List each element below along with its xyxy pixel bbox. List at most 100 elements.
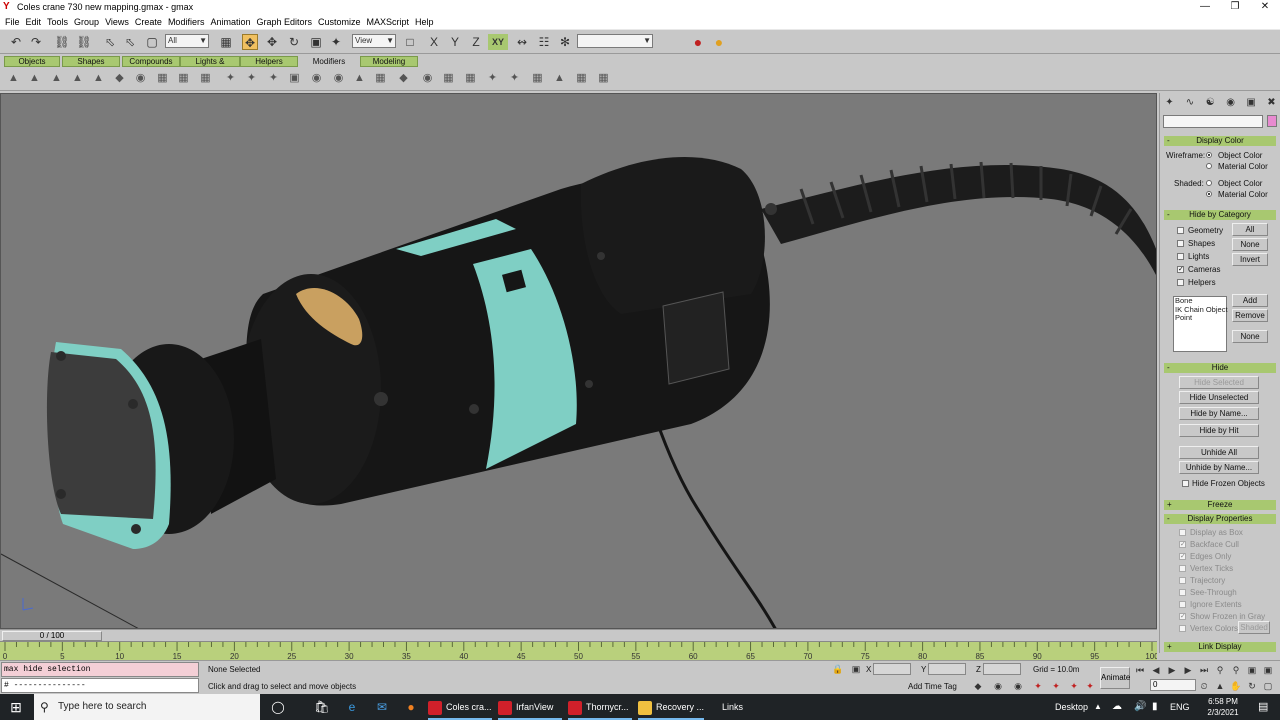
mirror-icon[interactable]: ↭ [514,34,530,50]
shaded-object-color-radio[interactable] [1206,180,1212,186]
lattice-modifier-icon[interactable]: ▦ [176,71,191,86]
lights-checkbox[interactable] [1177,253,1184,260]
menu-customize[interactable]: Customize [317,17,366,27]
show-frozen-gray-checkbox[interactable]: ✓ [1179,613,1186,620]
menu-create[interactable]: Create [134,17,167,27]
uvw-xform-modifier-icon[interactable]: ▦ [441,71,456,86]
melt-modifier-icon[interactable]: ◆ [396,71,411,86]
smooth-modifier-icon[interactable]: ◉ [331,71,346,86]
maxscript-listener-input[interactable]: max hide selection [1,662,199,677]
battery-icon[interactable]: ▮ [1152,694,1158,720]
menu-maxscript[interactable]: MAXScript [366,17,415,27]
mail-icon[interactable]: ✉ [374,694,390,720]
uvw-map-modifier-icon[interactable]: ◉ [420,71,435,86]
restrict-x-icon[interactable]: X [426,34,442,50]
spherify-modifier-icon[interactable]: ◉ [133,71,148,86]
perspective-viewport[interactable] [0,93,1157,629]
hide-by-category-rollout[interactable]: - Hide by Category [1164,210,1276,220]
modify-tab-icon[interactable]: ∿ [1182,95,1197,110]
taskbar-app-thornycroft[interactable]: Thornycr... [568,694,632,720]
trajectory-checkbox[interactable] [1179,577,1186,584]
ripple-modifier-icon[interactable]: ✦ [266,71,281,86]
zoom-icon[interactable]: ⚲ [1214,664,1226,676]
hide-rollout[interactable]: - Hide [1164,363,1276,373]
helpers-checkbox[interactable] [1177,279,1184,286]
edit-mesh-modifier-icon[interactable]: ▦ [530,71,545,86]
pivot-center-icon[interactable]: □ [402,34,418,50]
mirror-modifier-icon[interactable]: ▦ [198,71,213,86]
tray-chevron-icon[interactable]: ▲ [1094,694,1102,720]
hierarchy-tab-icon[interactable]: ☯ [1203,95,1218,110]
microsoft-store-icon[interactable]: 🛍 [314,694,330,720]
go-to-end-icon[interactable]: ⏭ [1198,664,1210,676]
tab-lights-cameras[interactable]: Lights & Cameras [180,56,240,75]
pan-icon[interactable]: ✋ [1230,680,1242,692]
taper-modifier-icon[interactable]: ▲ [27,71,42,86]
menu-edit[interactable]: Edit [25,17,47,27]
shapes-checkbox[interactable] [1177,240,1184,247]
track-bar[interactable]: 0 5 10 15 20 25 30 35 40 45 50 55 60 65 70 75 80 85 90 95 10… [0,641,1157,661]
menu-file[interactable]: File [4,17,25,27]
freeze-rollout[interactable]: + Freeze [1164,500,1276,510]
taskbar-app-gmax[interactable]: Coles cra... [428,694,492,720]
manipulate-icon[interactable]: ✦ [328,34,344,50]
selection-filter-dropdown[interactable]: All ▼ [165,34,209,48]
skew-modifier-icon[interactable]: ✦ [223,71,238,86]
z-coordinate-field[interactable] [983,663,1021,675]
material-modifier-icon[interactable]: ✦ [485,71,500,86]
edges-only-checkbox[interactable]: ✓ [1179,553,1186,560]
backface-cull-checkbox[interactable]: ✓ [1179,541,1186,548]
zoom-extents-icon[interactable]: ▣ [1246,664,1258,676]
links-toolbar[interactable]: Links [722,694,743,720]
display-tab-icon[interactable]: ▣ [1244,95,1259,110]
arc-rotate-icon[interactable]: ↻ [1246,680,1258,692]
unhide-all-button[interactable]: Unhide All [1179,446,1259,459]
taskbar-search-box[interactable]: ⚲ Type here to search [34,694,260,720]
next-frame-icon[interactable]: ▶ [1182,664,1194,676]
geometry-checkbox[interactable] [1177,227,1184,234]
wave-modifier-icon[interactable]: ✦ [244,71,259,86]
unwrap-uvw-modifier-icon[interactable]: ▦ [463,71,478,86]
menu-modifiers[interactable]: Modifiers [167,17,210,27]
volume-icon[interactable]: 🔊 [1134,694,1146,720]
unlink-selection-icon[interactable]: ⛓ [76,34,92,50]
edge-browser-icon[interactable]: e [344,694,360,720]
material-editor-icon[interactable]: ● [690,34,706,50]
tab-modeling[interactable]: Modeling [360,56,418,67]
list-item[interactable]: Point [1174,313,1226,323]
noise-modifier-icon[interactable]: ▲ [70,71,85,86]
x-coordinate-field[interactable] [873,663,911,675]
current-frame-field[interactable]: 0 [1150,679,1196,691]
system-clock[interactable]: 6:58 PM 2/3/2021 [1198,696,1248,718]
smoothing-modifier-icon[interactable]: ✦ [507,71,522,86]
object-name-field[interactable] [1163,115,1263,128]
firefox-icon[interactable]: ● [403,694,419,720]
tab-shapes[interactable]: Shapes [62,56,120,67]
shaded-material-color-radio[interactable] [1206,191,1212,197]
utilities-tab-icon[interactable]: ✖ [1264,95,1279,110]
restrict-y-icon[interactable]: Y [447,34,463,50]
play-icon[interactable]: ▶ [1166,664,1178,676]
crossing-selection-icon[interactable]: ✦ [1068,680,1080,692]
spinner-snap-icon[interactable]: ✦ [1032,680,1044,692]
close-icon[interactable]: ✕ [1250,0,1280,14]
lock-selection-icon[interactable]: 🔒 [832,663,844,675]
display-color-rollout[interactable]: - Display Color [1164,136,1276,146]
desktop-toolbar[interactable]: Desktop [1055,694,1088,720]
add-time-tag[interactable]: Add Time Tag [908,682,957,691]
unhide-by-name-button[interactable]: Unhide by Name... [1179,461,1259,474]
hide-unselected-button[interactable]: Hide Unselected [1179,391,1259,404]
link-display-rollout[interactable]: + Link Display [1164,642,1276,652]
displace-modifier-icon[interactable]: ▣ [287,71,302,86]
list-none-button[interactable]: None [1232,330,1268,343]
maximize-viewport-icon[interactable]: ▢ [1262,680,1274,692]
create-tab-icon[interactable]: ✦ [1162,95,1177,110]
rotate-icon[interactable]: ↻ [286,34,302,50]
edit-poly-modifier-icon[interactable]: ▲ [552,71,567,86]
menu-graph-editors[interactable]: Graph Editors [255,17,317,27]
menu-views[interactable]: Views [104,17,134,27]
menu-animation[interactable]: Animation [209,17,255,27]
language-indicator[interactable]: ENG [1170,694,1190,720]
zoom-all-icon[interactable]: ⚲ [1230,664,1242,676]
vertex-colors-shaded-button[interactable]: Shaded [1238,621,1270,634]
